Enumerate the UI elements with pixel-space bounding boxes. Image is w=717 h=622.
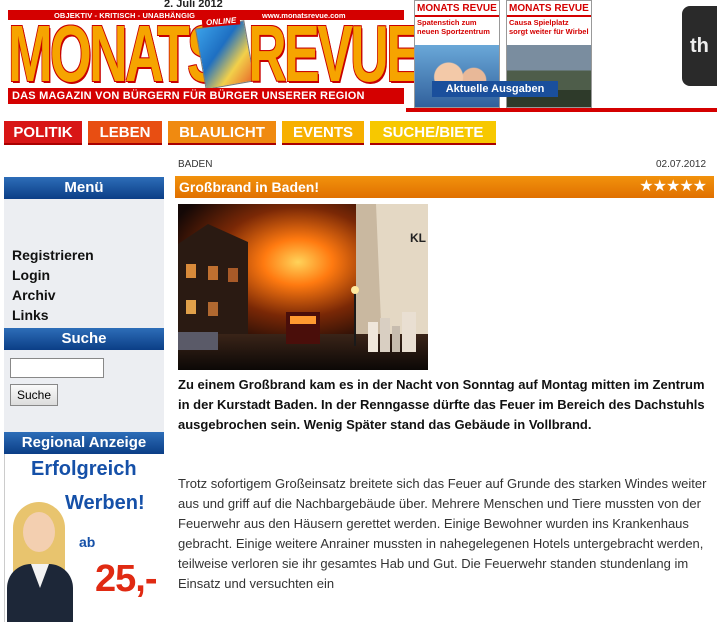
search-panel: Suche Suche — [4, 328, 164, 434]
star-rating[interactable]: ★★★★★ — [639, 176, 707, 198]
issue-date: 2. Juli 2012 — [164, 0, 223, 10]
ad-price-prefix: ab — [79, 534, 96, 550]
site-logo[interactable]: OBJEKTIV - KRITISCH - UNABHÄNGIG www.mon… — [4, 0, 422, 108]
latest-issues-button[interactable]: Aktuelle Ausgaben — [432, 81, 558, 97]
cover-masthead: MONATS REVUE — [507, 1, 591, 17]
site-header: OBJEKTIV - KRITISCH - UNABHÄNGIG www.mon… — [0, 0, 717, 118]
header-ad[interactable]: th — [682, 6, 717, 86]
regional-ad-title: Regional Anzeige — [4, 432, 164, 454]
nav-item-politik[interactable]: POLITIK — [4, 121, 82, 145]
regional-ad-panel: Regional Anzeige Erfolgreich Werben! ab … — [4, 432, 164, 622]
cover-headline: Spatenstich zum neuen Sportzentrum — [415, 17, 499, 37]
menu-link-login[interactable]: Login — [12, 265, 164, 285]
star-icon[interactable]: ★ — [679, 178, 693, 195]
menu-link-archiv[interactable]: Archiv — [12, 285, 164, 305]
article-header-bar: Großbrand in Baden! ★★★★★ — [175, 176, 714, 198]
menu-title: Menü — [4, 177, 164, 199]
ad-headline: Erfolgreich — [31, 458, 137, 480]
logo-word-monats: MONATS — [8, 9, 223, 98]
article-title: Großbrand in Baden! — [179, 179, 319, 195]
menu-list: Registrieren Login Archiv Links — [4, 199, 164, 334]
ad-price: 25,- — [95, 558, 157, 600]
menu-link-registrieren[interactable]: Registrieren — [12, 245, 164, 265]
cover-photo — [507, 45, 591, 107]
nav-item-suche-biete[interactable]: SUCHE/BIETE — [370, 121, 496, 145]
nav-item-leben[interactable]: LEBEN — [88, 121, 162, 145]
star-icon[interactable]: ★ — [653, 178, 667, 195]
search-button[interactable]: Suche — [10, 384, 59, 406]
logo-word-revue: REVUE — [248, 9, 422, 98]
article-body: Trotz sofortigem Großeinsatz breitete si… — [178, 476, 707, 591]
article-date: 02.07.2012 — [656, 159, 707, 170]
logo-tagline: DAS MAGAZIN VON BÜRGERN FÜR BÜRGER UNSER… — [8, 88, 404, 104]
cover-headline: Causa Spielplatz sorgt weiter für Wirbel — [507, 17, 591, 37]
ad-woman-image — [7, 502, 77, 622]
cover-masthead: MONATS REVUE — [415, 1, 499, 17]
search-title: Suche — [4, 328, 164, 350]
star-icon[interactable]: ★ — [693, 178, 707, 195]
photo-shop-sign: KL — [410, 231, 426, 245]
logo-magazine-icon — [194, 20, 256, 90]
regional-ad-banner[interactable]: Erfolgreich Werben! ab 25,- — [4, 454, 164, 622]
search-input[interactable] — [10, 358, 104, 378]
search-form: Suche — [4, 350, 164, 434]
nav-item-events[interactable]: EVENTS — [282, 121, 364, 145]
menu-link-links[interactable]: Links — [12, 305, 164, 325]
article-category[interactable]: BADEN — [178, 159, 212, 170]
menu-panel: Menü Registrieren Login Archiv Links — [4, 177, 164, 334]
article-photo[interactable]: KL — [178, 204, 428, 370]
cover-photo — [415, 45, 499, 107]
article-lead: Zu einem Großbrand kam es in der Nacht v… — [178, 377, 705, 432]
star-icon[interactable]: ★ — [666, 178, 680, 195]
star-icon[interactable]: ★ — [639, 178, 653, 195]
nav-item-blaulicht[interactable]: BLAULICHT — [168, 121, 276, 145]
header-divider — [406, 108, 717, 112]
